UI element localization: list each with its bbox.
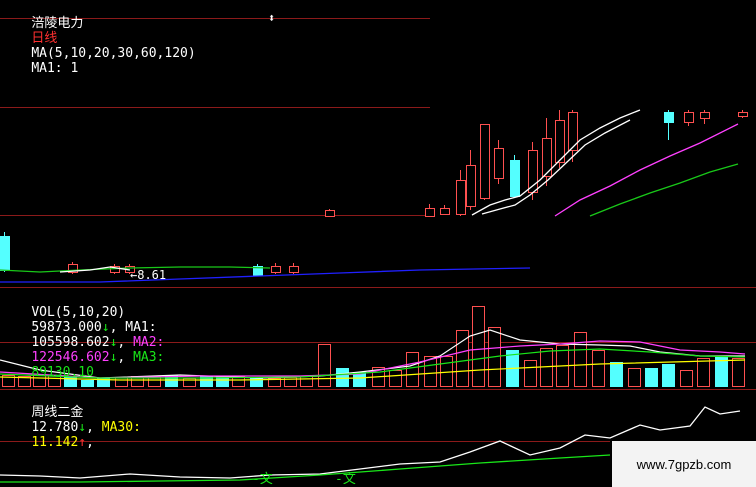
candle-body — [480, 124, 490, 199]
volume-title: VOL(5,10,20) — [31, 305, 126, 320]
volume-panel-header: VOL(5,10,20) 59873.000↓, MA1: 105598.602… — [31, 305, 165, 380]
candle-body — [738, 112, 748, 117]
volume-bar — [697, 358, 710, 387]
volume-bar — [680, 370, 693, 387]
indicator-marker-2: -文 — [335, 472, 356, 487]
vol-ma2-value: 122546.602 — [31, 350, 110, 365]
candle-body — [684, 112, 694, 123]
indicator-value: 12.780 — [31, 420, 79, 435]
vol-ma3-label: MA3: — [133, 350, 165, 365]
low-price-value: 8.61 — [137, 268, 167, 282]
indicator-title: 周线二金 — [31, 405, 84, 420]
vol-ma2-label: MA2: — [133, 335, 165, 350]
volume-bar — [628, 368, 641, 387]
volume-bar — [540, 348, 553, 387]
price-ma-green — [589, 163, 739, 217]
volume-bar — [406, 352, 419, 387]
cursor-marker-icon[interactable]: ⬍ — [268, 11, 275, 25]
watermark: www.7gpzb.com — [612, 441, 756, 487]
candle-body — [664, 112, 674, 123]
volume-bar — [336, 368, 349, 387]
price-panel-header: 涪陵电力 日线 MA(5,10,20,30,60,120) MA1: 1 — [0, 1, 196, 91]
volume-bar — [574, 332, 587, 387]
volume-bar — [472, 306, 485, 387]
indicator-panel-header: 周线二金 12.780↓, MA30: 11.142↑, — [31, 405, 141, 450]
vol-ma1-value: 105598.602 — [31, 335, 110, 350]
low-price-marker: ←8.61 — [130, 268, 167, 282]
volume-bar — [250, 377, 263, 387]
indicator-arrow-icon: ↓ — [78, 420, 87, 435]
candle-body — [271, 266, 281, 273]
volume-bar — [318, 344, 331, 387]
ma1-prefix: MA1: 1 — [31, 61, 79, 76]
candle-body — [466, 165, 476, 207]
volume-bar — [645, 368, 658, 387]
volume-bar — [592, 350, 605, 387]
price-ma-lines — [0, 109, 739, 283]
volume-bar — [610, 362, 623, 387]
ma-header: MA(5,10,20,30,60,120) — [31, 46, 196, 61]
candle-body — [494, 148, 504, 179]
candle-body — [542, 138, 552, 177]
volume-bar — [389, 370, 402, 387]
price-candles — [0, 110, 748, 276]
volume-bar — [524, 360, 537, 387]
candle-body — [568, 112, 578, 151]
vol-ma1-label: MA1: — [125, 320, 157, 335]
stock-chart-window[interactable]: -文 -文 ⬍ 涪陵电力 日线 MA(5,10,20,30,60,120) MA… — [0, 0, 756, 487]
candle-body — [0, 236, 10, 271]
candle-body — [325, 210, 335, 217]
candle-body — [456, 180, 466, 215]
candle-body — [700, 112, 710, 119]
volume-arrow-icon: ↓ — [101, 320, 110, 335]
indicator-ma30-arrow-icon: ↑ — [78, 435, 87, 450]
candle-body — [510, 160, 520, 197]
volume-bar — [662, 364, 675, 387]
indicator-ma30-label: MA30: — [101, 420, 141, 435]
period-label[interactable]: 日线 — [31, 31, 57, 46]
stock-name: 涪陵电力 — [31, 16, 84, 31]
indicator-ma30-value: 11.142 — [31, 435, 79, 450]
indicator-marker-1: -文 — [252, 472, 273, 487]
vol-ma3-value: 89130.10 — [31, 365, 94, 380]
volume-value: 59873.000 — [31, 320, 102, 335]
candle-body — [289, 266, 299, 273]
candle-body — [440, 208, 450, 215]
volume-bar — [300, 376, 313, 387]
volume-bar — [732, 358, 745, 387]
candle-body — [425, 208, 435, 217]
